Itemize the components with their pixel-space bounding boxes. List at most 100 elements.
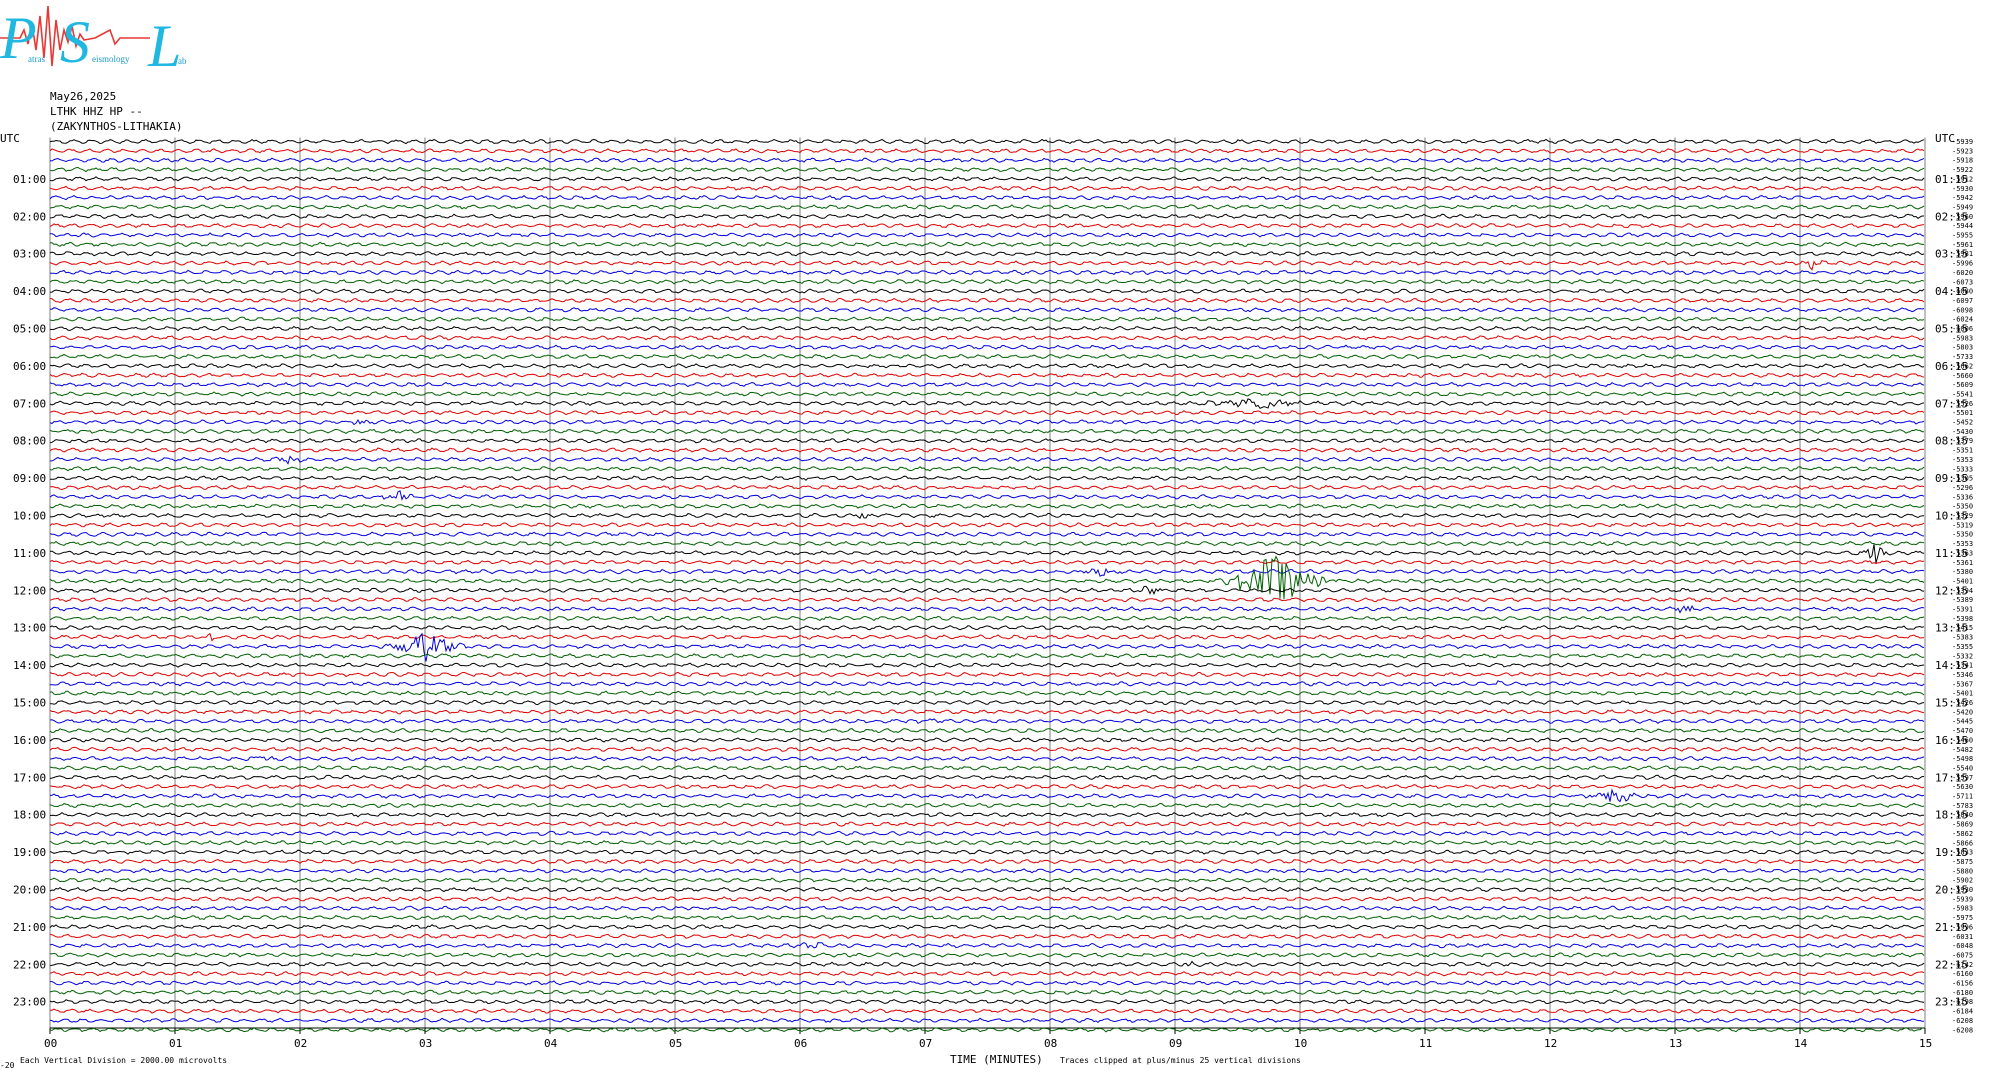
trace-value-label: -5460 xyxy=(1952,736,1973,744)
trace-value-label: -6156 xyxy=(1952,980,1973,988)
trace-65 xyxy=(49,746,1925,752)
trace-value-label: -6198 xyxy=(1952,998,1973,1006)
trace-13 xyxy=(49,260,1925,271)
trace-value-label: -5983 xyxy=(1952,905,1973,913)
trace-value-label: -5452 xyxy=(1952,419,1973,427)
trace-56 xyxy=(49,662,1925,668)
trace-value-label: -6020 xyxy=(1952,269,1973,277)
trace-value-label: -6075 xyxy=(1952,951,1973,959)
trace-value-label: -6097 xyxy=(1952,297,1973,305)
left-hour-label: 22:00 xyxy=(13,958,46,971)
trace-4 xyxy=(49,176,1925,182)
trace-value-label: -5498 xyxy=(1952,755,1973,763)
trace-90 xyxy=(50,980,1925,986)
trace-38 xyxy=(49,490,1925,501)
trace-12 xyxy=(49,251,1925,257)
trace-value-label: -5346 xyxy=(1952,671,1973,679)
trace-value-label: -6048 xyxy=(1952,942,1973,950)
trace-value-label: -5875 xyxy=(1952,858,1973,866)
left-hour-label: 01:00 xyxy=(13,173,46,186)
trace-value-label: -6031 xyxy=(1952,933,1973,941)
trace-value-label: -5329 xyxy=(1952,512,1973,520)
trace-value-label: -5332 xyxy=(1952,652,1973,660)
trace-value-label: -5526 xyxy=(1952,400,1973,408)
left-hour-label: 14:00 xyxy=(13,659,46,672)
trace-value-label: -5660 xyxy=(1952,372,1973,380)
left-hour-label: 15:00 xyxy=(13,697,46,710)
trace-value-label: -5960 xyxy=(1952,213,1973,221)
trace-46 xyxy=(49,567,1925,577)
trace-value-label: -5733 xyxy=(1952,353,1973,361)
trace-value-label: -6024 xyxy=(1952,316,1973,324)
x-tick-label-09: 09 xyxy=(1169,1037,1182,1050)
trace-69 xyxy=(49,784,1925,790)
trace-value-label: -5944 xyxy=(1952,222,1973,230)
trace-value-label: -6080 xyxy=(1952,288,1973,296)
trace-26 xyxy=(49,381,1925,388)
trace-70 xyxy=(49,788,1925,803)
x-tick-label-08: 08 xyxy=(1044,1037,1057,1050)
x-tick-label-02: 02 xyxy=(294,1037,307,1050)
trace-81 xyxy=(49,896,1925,902)
trace-value-label: -5902 xyxy=(1952,877,1973,885)
footer-division-note: Each Vertical Division = 2000.00 microvo… xyxy=(20,1056,227,1065)
x-tick-label-00: 00 xyxy=(44,1037,57,1050)
trace-value-label: -5923 xyxy=(1952,147,1973,155)
trace-36 xyxy=(49,475,1925,481)
trace-22 xyxy=(49,344,1925,350)
trace-value-label: -5996 xyxy=(1952,923,1973,931)
trace-value-label: -5866 xyxy=(1952,839,1973,847)
trace-53 xyxy=(49,632,1925,642)
x-tick-label-07: 07 xyxy=(919,1037,932,1050)
trace-84 xyxy=(49,924,1925,930)
trace-5 xyxy=(49,185,1925,191)
trace-82 xyxy=(49,905,1925,911)
trace-61 xyxy=(49,709,1925,715)
left-hour-label: 11:00 xyxy=(13,547,46,560)
trace-11 xyxy=(49,241,1924,248)
trace-value-label: -5939 xyxy=(1952,138,1973,146)
trace-value-label: -5389 xyxy=(1952,596,1973,604)
x-tick-label-14: 14 xyxy=(1794,1037,1808,1050)
trace-value-label: -5380 xyxy=(1952,568,1973,576)
trace-7 xyxy=(49,204,1925,210)
trace-32 xyxy=(49,438,1925,444)
trace-value-label: -5350 xyxy=(1952,531,1973,539)
left-hour-label: 10:00 xyxy=(13,510,46,523)
trace-9 xyxy=(49,222,1925,229)
trace-value-label: -5662 xyxy=(1952,362,1973,370)
trace-30 xyxy=(49,419,1925,426)
trace-value-label: -5955 xyxy=(1952,232,1973,240)
trace-value-label: -6098 xyxy=(1952,306,1973,314)
trace-value-label: -6208 xyxy=(1952,1017,1973,1025)
trace-55 xyxy=(49,653,1924,659)
trace-60 xyxy=(49,699,1925,706)
trace-51 xyxy=(49,615,1925,622)
trace-value-label: -5305 xyxy=(1952,475,1973,483)
trace-value-label: -5880 xyxy=(1952,867,1973,875)
trace-value-label: -5833 xyxy=(1952,849,1973,857)
left-hour-label: 08:00 xyxy=(13,435,46,448)
trace-88 xyxy=(49,960,1925,968)
trace-value-label: -6180 xyxy=(1952,989,1973,997)
x-tick-label-13: 13 xyxy=(1669,1037,1682,1050)
trace-27 xyxy=(49,391,1925,397)
trace-35 xyxy=(49,466,1925,472)
trace-40 xyxy=(49,512,1925,519)
trace-value-label: -5912 xyxy=(1952,175,1973,183)
left-hour-label: 07:00 xyxy=(13,397,46,410)
trace-value-label: -5983 xyxy=(1952,334,1973,342)
trace-value-label: -5336 xyxy=(1952,493,1973,501)
trace-value-label: -5341 xyxy=(1952,662,1973,670)
trace-63 xyxy=(49,727,1925,734)
trace-value-label: -5353 xyxy=(1952,456,1973,464)
trace-68 xyxy=(49,774,1925,781)
left-hour-label: 03:00 xyxy=(13,248,46,261)
left-hour-label: 18:00 xyxy=(13,809,46,822)
trace-value-label: -5430 xyxy=(1952,428,1973,436)
trace-79 xyxy=(49,877,1925,883)
left-hour-label: 02:00 xyxy=(13,210,46,223)
left-hour-label: 12:00 xyxy=(13,584,46,597)
trace-value-label: -5869 xyxy=(1952,821,1973,829)
trace-74 xyxy=(49,830,1925,837)
